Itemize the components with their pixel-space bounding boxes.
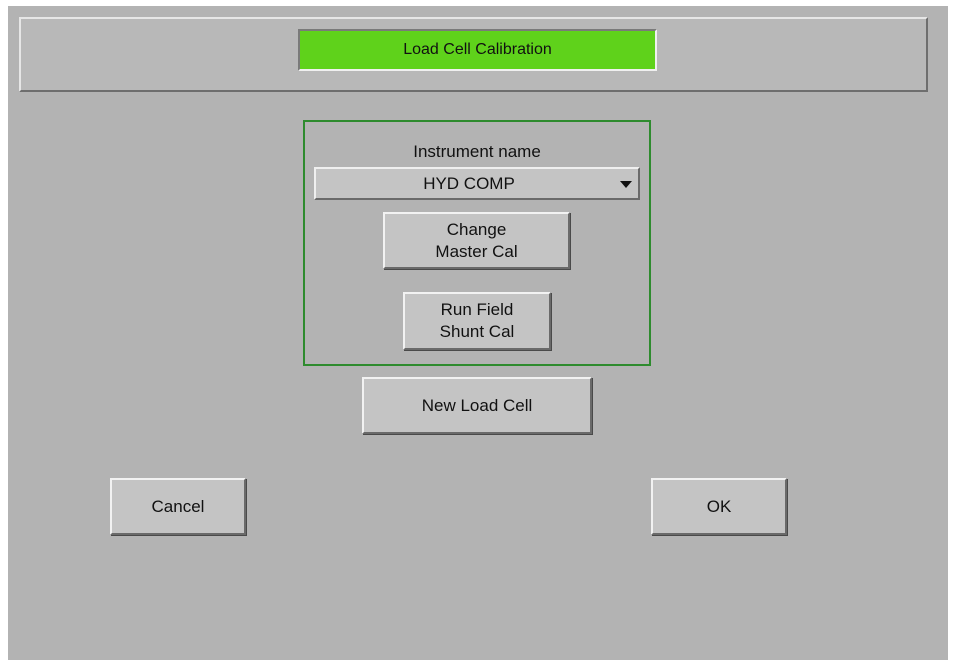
instrument-select[interactable]: HYD COMP xyxy=(314,167,640,200)
instrument-name-label: Instrument name xyxy=(413,142,541,161)
ok-button[interactable]: OK xyxy=(651,478,787,535)
new-load-cell-button[interactable]: New Load Cell xyxy=(362,377,592,434)
run-field-shunt-cal-button[interactable]: Run Field Shunt Cal xyxy=(403,292,551,350)
calibration-dialog: Load Cell Calibration Instrument name HY… xyxy=(8,6,948,660)
instrument-selected-value: HYD COMP xyxy=(423,174,515,193)
instrument-group: Instrument name HYD COMP Change Master C… xyxy=(303,120,651,366)
page-title: Load Cell Calibration xyxy=(298,29,657,71)
chevron-down-icon xyxy=(620,181,632,188)
cancel-button[interactable]: Cancel xyxy=(110,478,246,535)
header-bar: Load Cell Calibration xyxy=(19,17,928,92)
change-master-cal-button[interactable]: Change Master Cal xyxy=(383,212,570,269)
